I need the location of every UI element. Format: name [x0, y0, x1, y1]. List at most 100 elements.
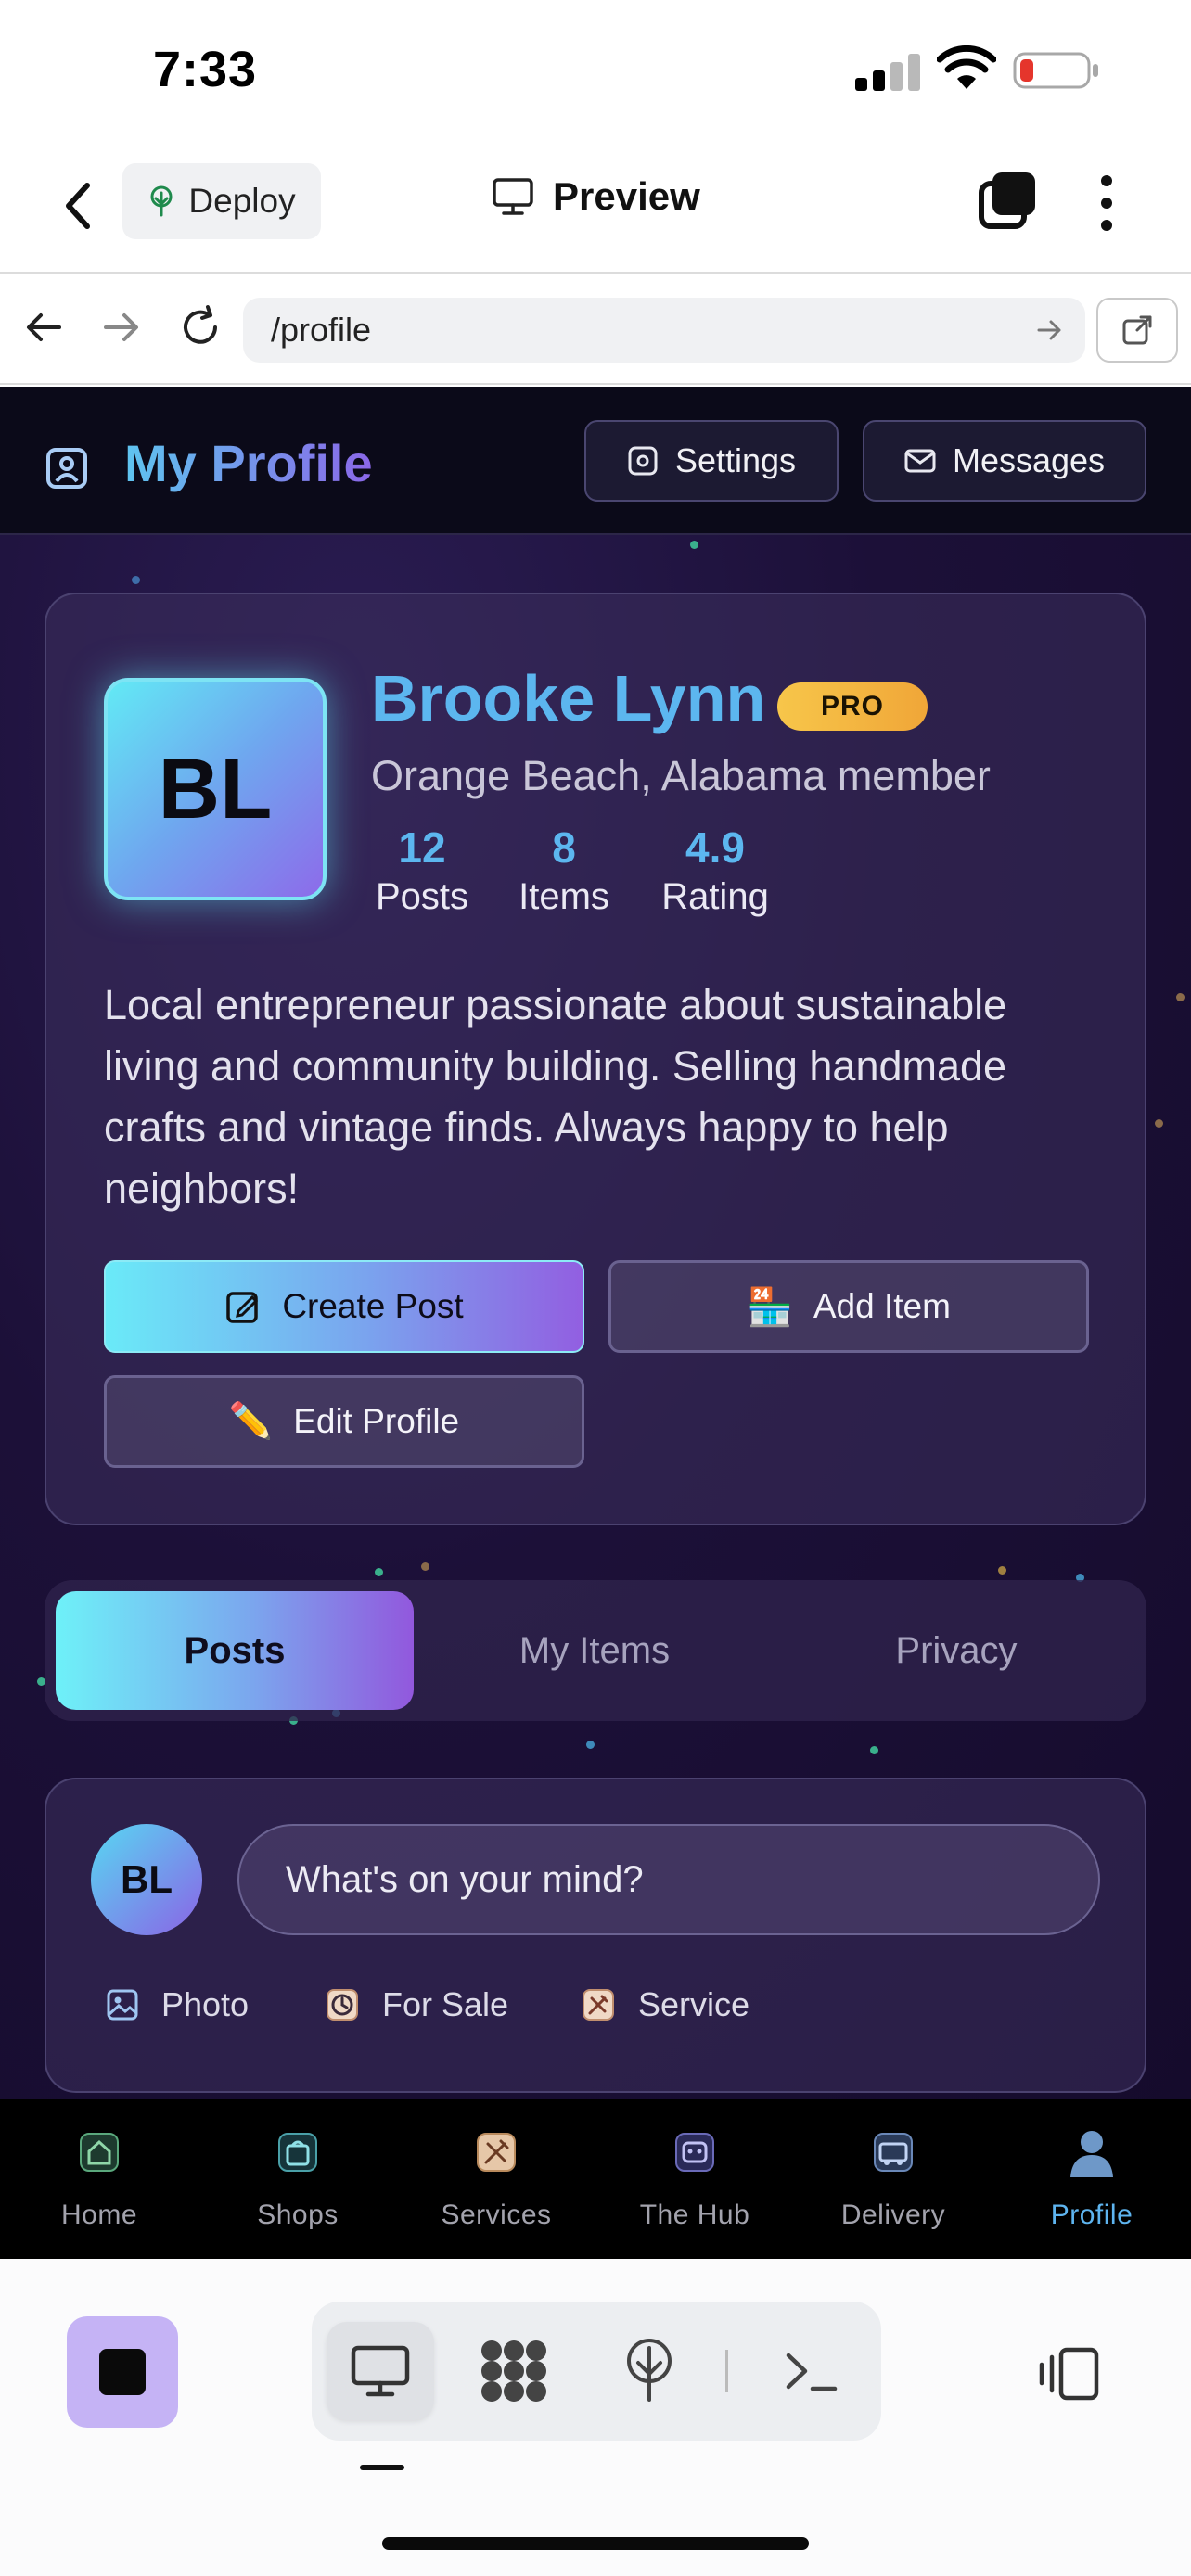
post-input[interactable]: What's on your mind? [237, 1824, 1100, 1935]
browser-back-icon[interactable] [20, 303, 69, 351]
go-arrow-icon[interactable] [1035, 316, 1063, 344]
settings-icon [628, 446, 658, 476]
external-link-icon [1122, 315, 1152, 345]
composer-avatar: BL [91, 1824, 202, 1935]
messages-button[interactable]: Messages [863, 420, 1146, 502]
stop-button[interactable] [67, 2316, 178, 2428]
nav-the-hub[interactable]: The Hub [596, 2099, 794, 2259]
apps-grid-icon [481, 2340, 546, 2402]
service-option[interactable]: Service [581, 1985, 749, 2024]
photo-option[interactable]: Photo [106, 1985, 249, 2024]
shop-bag-icon [278, 2133, 317, 2172]
tab-my-items[interactable]: My Items [416, 1591, 774, 1710]
messages-label: Messages [952, 441, 1106, 479]
delivery-icon [874, 2133, 913, 2172]
settings-button[interactable]: Settings [584, 420, 839, 502]
nav-profile[interactable]: Profile [992, 2099, 1191, 2259]
stat-label: Rating [661, 876, 769, 917]
apps-grid-button[interactable] [460, 2322, 568, 2420]
tabs-switcher-icon[interactable] [978, 171, 1037, 230]
particle-dot [586, 1741, 595, 1749]
edit-profile-button[interactable]: ✏️ Edit Profile [104, 1375, 584, 1468]
profile-card: BL Brooke Lynn PRO Orange Beach, Alabama… [45, 593, 1146, 1525]
tools-icon [583, 1989, 614, 2021]
tab-privacy[interactable]: Privacy [777, 1591, 1135, 1710]
nav-home[interactable]: Home [0, 2099, 198, 2259]
back-chevron-icon[interactable] [56, 178, 102, 234]
particle-dot [870, 1746, 878, 1754]
battery-icon [1013, 52, 1098, 89]
editor-toolbar [0, 2259, 1191, 2576]
terminal-icon [786, 2353, 838, 2391]
edit-profile-label: Edit Profile [293, 1402, 460, 1440]
post-composer: BL What's on your mind? Photo For Sale S… [45, 1778, 1146, 2093]
cellular-signal-icon [855, 52, 920, 91]
more-options-icon[interactable] [1093, 172, 1121, 234]
bottom-navigation: Home Shops Services The Hub Delivery Pro… [0, 2099, 1191, 2259]
stop-icon [99, 2349, 146, 2395]
add-item-button[interactable]: 🏪 Add Item [608, 1260, 1089, 1353]
mail-icon [904, 449, 936, 473]
deploy-button[interactable]: Deploy [122, 163, 321, 239]
particle-dot [375, 1568, 383, 1576]
for-sale-label: For Sale [382, 1985, 509, 2023]
profile-icon [1070, 2131, 1113, 2177]
open-external-button[interactable] [1096, 298, 1178, 363]
profile-avatar[interactable]: BL [104, 678, 327, 900]
pencil-icon: ✏️ [228, 1402, 274, 1441]
preview-mode-button[interactable] [327, 2322, 434, 2420]
preview-title: Preview [492, 174, 700, 219]
app-bar: Deploy Preview [0, 139, 1191, 274]
edit-square-icon [226, 1292, 259, 1323]
monitor-icon [493, 178, 533, 215]
page-title: My Profile [124, 434, 373, 492]
hub-icon [675, 2133, 714, 2172]
stat-value: 4.9 [685, 823, 745, 872]
create-post-button[interactable]: Create Post [104, 1260, 584, 1353]
browser-forward-icon[interactable] [96, 303, 145, 351]
side-panel-icon[interactable] [1037, 2344, 1102, 2404]
wifi-icon [937, 45, 996, 89]
profile-bio: Local entrepreneur passionate about sust… [104, 981, 1007, 1212]
monitor-icon [351, 2345, 410, 2397]
url-text: /profile [271, 311, 372, 349]
deploy-tree-icon [627, 2339, 672, 2402]
browser-bar: /profile [0, 275, 1191, 385]
stat-label: Posts [375, 876, 469, 917]
particle-dot [1176, 993, 1185, 1001]
stat-value: 12 [398, 823, 446, 872]
active-mode-indicator [360, 2465, 404, 2470]
photo-label: Photo [161, 1985, 250, 2023]
particle-dot [1155, 1119, 1163, 1128]
deploy-mode-button[interactable] [596, 2322, 703, 2420]
terminal-button[interactable] [757, 2322, 864, 2420]
profile-app: My Profile Settings Messages BL Brooke L… [0, 387, 1191, 2105]
profile-location: Orange Beach, Alabama member [371, 752, 991, 799]
url-input[interactable]: /profile [243, 298, 1085, 363]
nav-delivery[interactable]: Delivery [794, 2099, 992, 2259]
for-sale-option[interactable]: For Sale [325, 1985, 508, 2024]
nav-label: Profile [1050, 2200, 1133, 2230]
nav-label: Delivery [840, 2200, 946, 2230]
profile-badge-icon [46, 448, 87, 489]
status-time: 7:33 [153, 42, 258, 97]
store-24h-icon: 🏪 [747, 1286, 793, 1328]
view-mode-group [312, 2302, 881, 2441]
stat-label: Items [519, 876, 609, 917]
reload-icon[interactable] [176, 303, 224, 351]
stat-rating: 4.9 Rating [657, 823, 774, 918]
home-icon [80, 2133, 119, 2172]
particle-dot [132, 576, 140, 584]
nav-shops[interactable]: Shops [198, 2099, 397, 2259]
preview-label: Preview [553, 174, 700, 218]
nav-services[interactable]: Services [397, 2099, 596, 2259]
settings-label: Settings [674, 441, 797, 479]
services-icon [477, 2133, 516, 2172]
particle-dot [690, 541, 698, 549]
particle-dot [421, 1562, 429, 1571]
home-indicator[interactable] [382, 2537, 809, 2550]
photo-icon [107, 1989, 138, 2021]
app-header: My Profile Settings Messages [0, 387, 1191, 535]
profile-name: Brooke Lynn [371, 662, 766, 734]
tab-posts[interactable]: Posts [56, 1591, 414, 1710]
